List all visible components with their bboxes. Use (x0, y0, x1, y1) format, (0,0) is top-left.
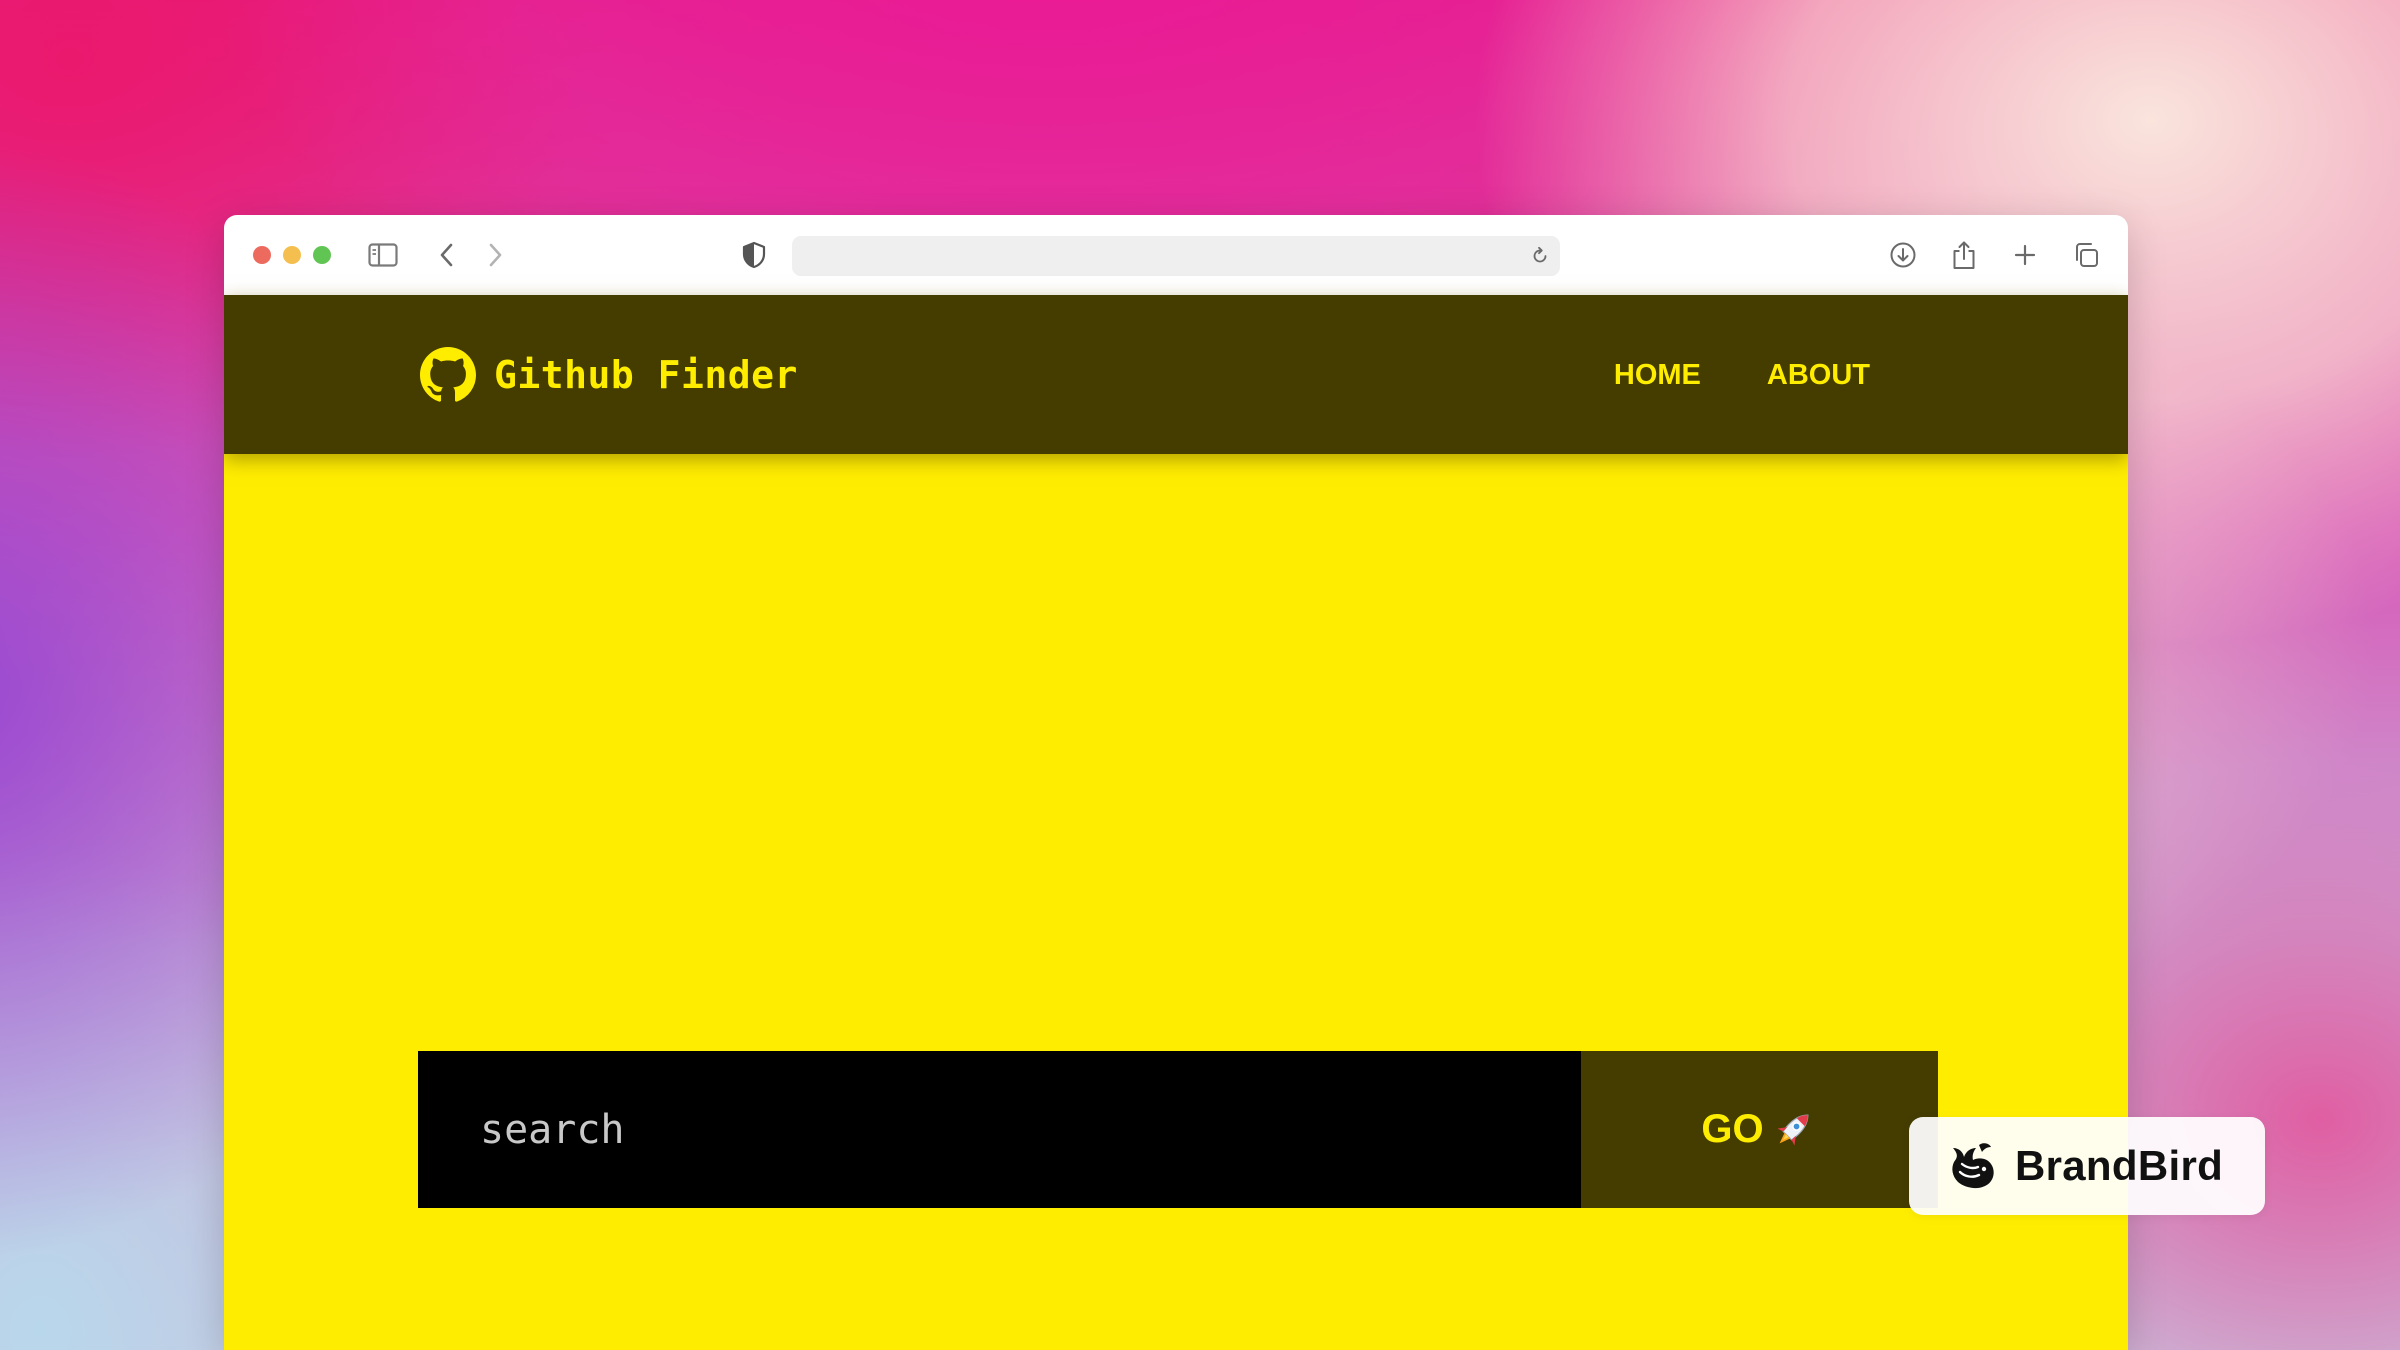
go-button[interactable]: GO (1581, 1051, 1938, 1208)
address-input[interactable] (806, 236, 1510, 278)
browser-window: Github Finder HOME ABOUT GO (224, 215, 2128, 1350)
address-bar[interactable] (792, 236, 1560, 278)
chevron-right-icon[interactable] (477, 237, 513, 273)
nav-link-about[interactable]: ABOUT (1767, 359, 1870, 392)
nav-links: HOME ABOUT (1614, 345, 1870, 405)
rocket-icon (1768, 1105, 1818, 1155)
brandbird-watermark: BrandBird (1909, 1117, 2265, 1215)
web-page: Github Finder HOME ABOUT GO (224, 295, 2128, 1350)
github-icon (420, 347, 476, 403)
search-form: GO (418, 1051, 1938, 1208)
search-input[interactable] (418, 1051, 1581, 1208)
shield-icon[interactable] (736, 237, 772, 273)
brandbird-logo-icon (1952, 1143, 1994, 1189)
close-window-button[interactable] (253, 246, 271, 264)
plus-icon[interactable] (2007, 237, 2043, 273)
minimize-window-button[interactable] (283, 246, 301, 264)
zoom-window-button[interactable] (313, 246, 331, 264)
navbar: Github Finder HOME ABOUT (224, 295, 2128, 454)
tabs-overview-icon[interactable] (2068, 237, 2104, 273)
brandbird-text: BrandBird (2015, 1142, 2224, 1189)
reload-icon[interactable] (1526, 242, 1554, 270)
go-button-label: GO (1701, 1107, 1764, 1151)
share-icon[interactable] (1946, 237, 1982, 273)
app-title: Github Finder (494, 353, 798, 397)
chevron-left-icon[interactable] (429, 237, 465, 273)
browser-toolbar (224, 215, 2128, 295)
brand[interactable]: Github Finder (420, 345, 798, 405)
nav-link-home[interactable]: HOME (1614, 359, 1701, 392)
download-icon[interactable] (1885, 237, 1921, 273)
sidebar-icon[interactable] (365, 237, 401, 273)
